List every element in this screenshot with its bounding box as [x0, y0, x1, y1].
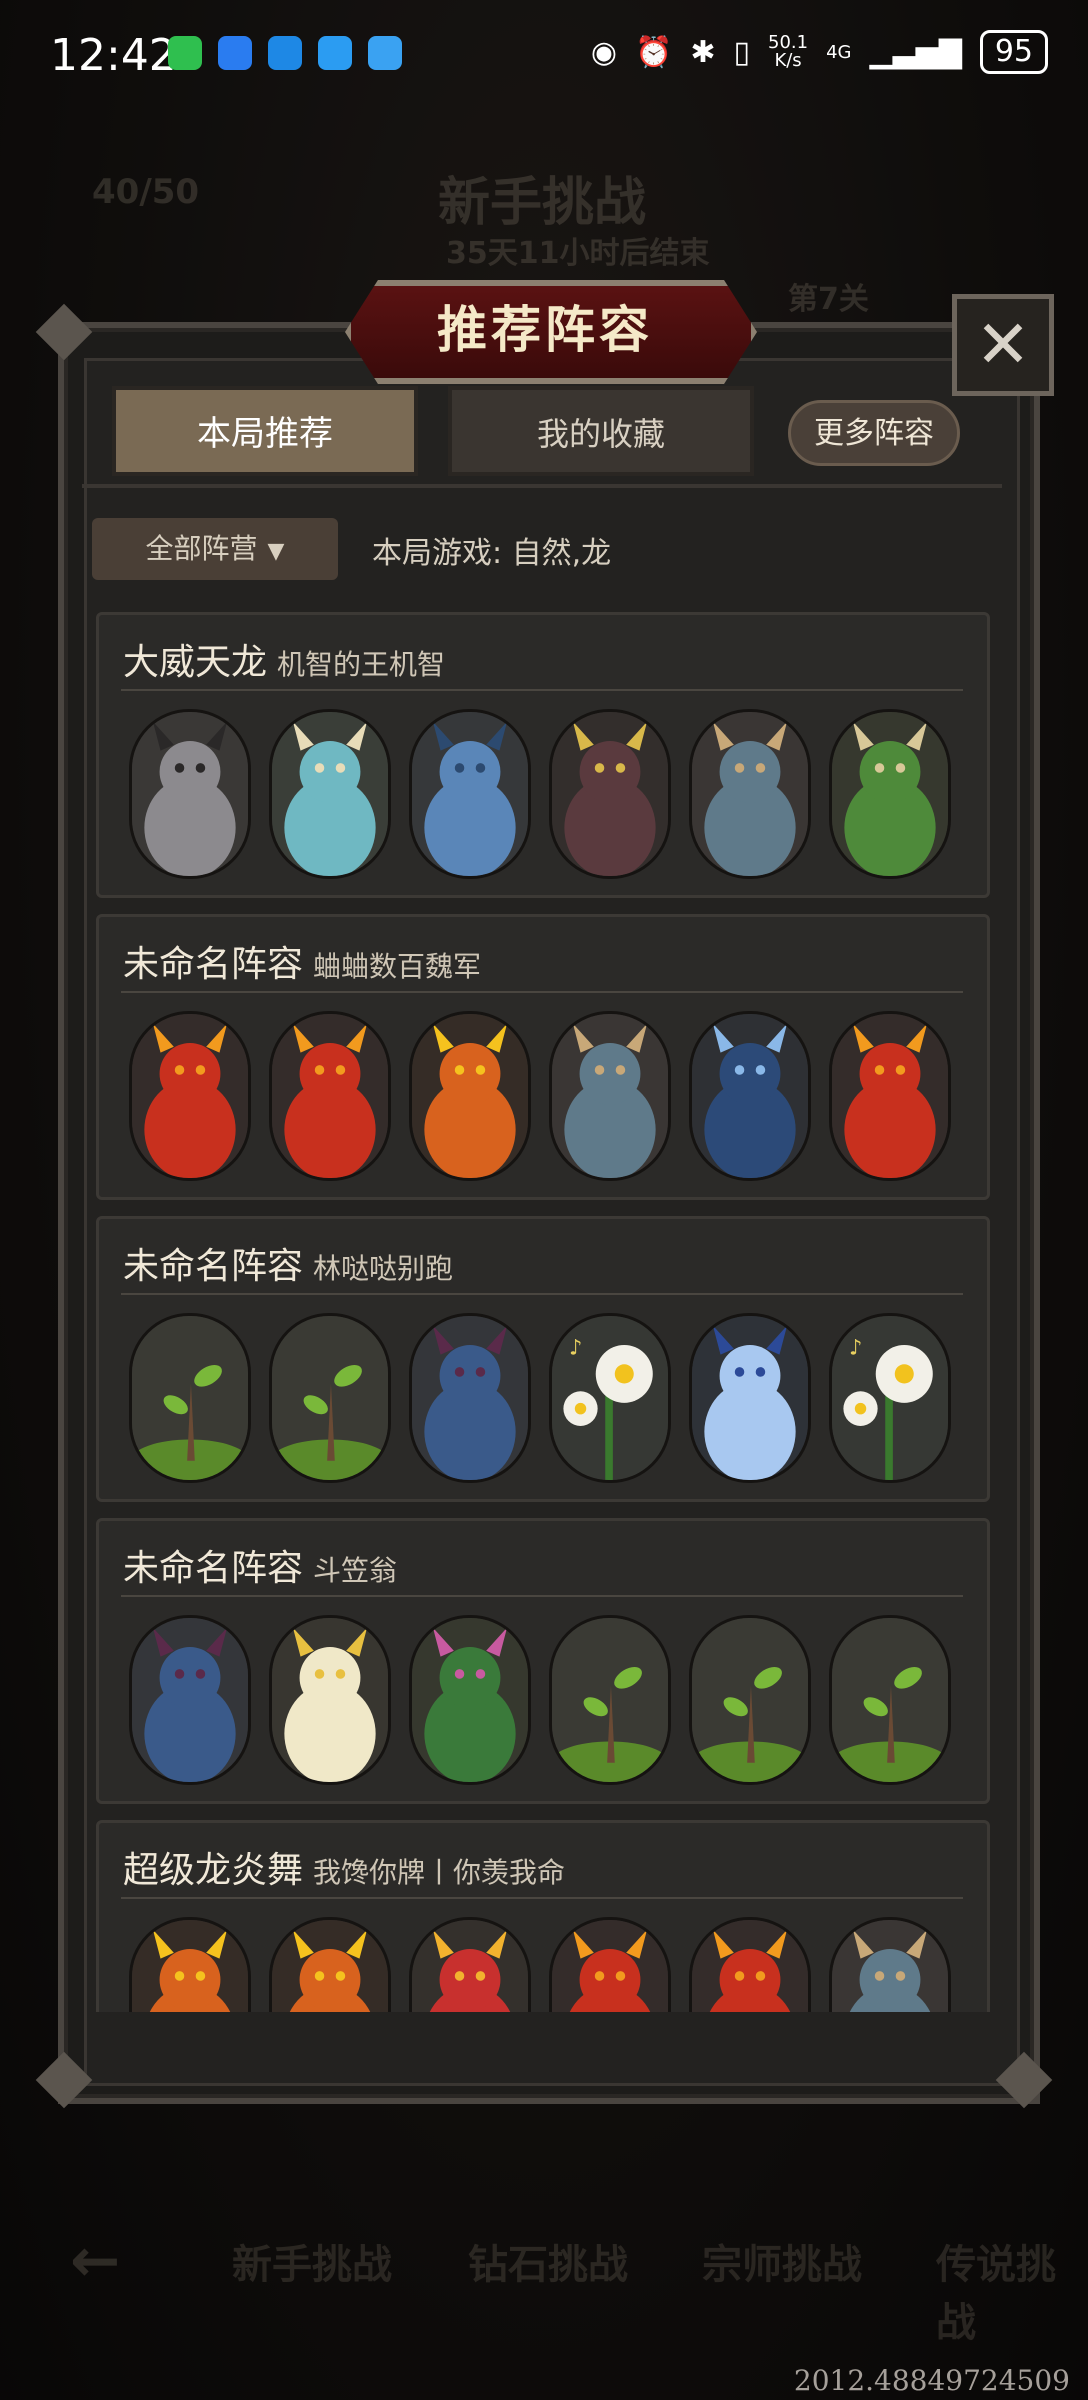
current-game-info: 本局游戏: 自然,龙 — [372, 536, 612, 571]
eye-icon: ◉ — [590, 34, 618, 70]
unit-portrait-grey-dragon[interactable] — [129, 709, 251, 879]
unit-portrait-horned-beast[interactable] — [689, 709, 811, 879]
lineup-name: 超级龙炎舞 — [123, 1850, 304, 1891]
tab-my-favorites[interactable]: 我的收藏 — [448, 386, 754, 476]
svg-text:♪: ♪ — [849, 1334, 862, 1359]
tab-divider — [82, 484, 1002, 488]
card-divider — [121, 1897, 963, 1899]
weather-icon — [368, 36, 402, 70]
coordinate-readout: 2012.48849724509 — [793, 2364, 1070, 2397]
feishu-icon — [218, 36, 252, 70]
unit-portraits — [129, 1917, 969, 2012]
unit-portrait-dark-dragon[interactable] — [549, 709, 671, 879]
card-divider — [121, 1595, 963, 1597]
card-divider — [121, 1293, 963, 1295]
unit-portrait-sapling[interactable] — [269, 1313, 391, 1483]
lineup-card[interactable]: 未命名阵容 蛐蛐数百魏军 — [96, 914, 990, 1200]
unit-portrait-dark-elf[interactable] — [129, 1615, 251, 1785]
unit-portrait-ice-fairy[interactable] — [689, 1313, 811, 1483]
lineup-title: 超级龙炎舞 我馋你牌丨你羡我命 — [123, 1841, 565, 1893]
tab-this-game[interactable]: 本局推荐 — [112, 386, 418, 476]
unit-portrait-singing-flower[interactable]: ♪ — [549, 1313, 671, 1483]
unit-portrait-blue-dragon[interactable] — [409, 709, 531, 879]
unit-portrait-horned-beast[interactable] — [829, 1917, 951, 2012]
unit-portrait-horned-beast[interactable] — [549, 1011, 671, 1181]
unit-portrait-singing-flower[interactable]: ♪ — [829, 1313, 951, 1483]
dialog-title: 推荐阵容 — [437, 301, 653, 359]
lineup-title: 大威天龙 机智的王机智 — [123, 633, 445, 685]
unit-portrait-flower-fairy[interactable] — [269, 1615, 391, 1785]
vibrate-icon: ▯ — [733, 34, 751, 70]
unit-portraits — [129, 709, 969, 881]
bluetooth-icon: ✱ — [690, 34, 716, 70]
unit-portraits — [129, 1615, 969, 1787]
chevron-down-icon: ▼ — [267, 539, 285, 564]
lineup-card[interactable]: 未命名阵容 斗笠翁 — [96, 1518, 990, 1804]
close-icon: ✕ — [975, 306, 1031, 383]
svg-text:♪: ♪ — [569, 1334, 582, 1359]
faction-filter-label: 全部阵营 — [145, 532, 258, 565]
message-icon — [318, 36, 352, 70]
more-lineups-button[interactable]: 更多阵容 — [788, 400, 960, 466]
clock: 12:42 — [50, 30, 177, 81]
signal-type: 4G — [826, 41, 852, 63]
lineup-card[interactable]: 未命名阵容 林哒哒别跑 ♪ ♪ — [96, 1216, 990, 1502]
unit-portrait-jade-dragon[interactable] — [269, 709, 391, 879]
unit-portrait-storm-dragon[interactable] — [689, 1011, 811, 1181]
faction-filter-dropdown[interactable]: 全部阵营 ▼ — [92, 518, 338, 580]
unit-portrait-fire-dragon-gold[interactable] — [129, 1917, 251, 2012]
card-divider — [121, 991, 963, 993]
status-bar: 12:42 ◉ ⏰ ✱ ▯ 50.1 K/s 4G ▁▃▅▇ 95 — [0, 0, 1088, 110]
lineup-title: 未命名阵容 斗笠翁 — [123, 1539, 397, 1591]
unit-portrait-red-fire-dragon[interactable] — [269, 1011, 391, 1181]
lineup-title: 未命名阵容 林哒哒别跑 — [123, 1237, 453, 1289]
unit-portrait-sapling[interactable] — [549, 1615, 671, 1785]
unit-portrait-green-dragon[interactable] — [829, 709, 951, 879]
unit-portrait-dark-elf[interactable] — [409, 1313, 531, 1483]
unit-portrait-sapling[interactable] — [129, 1313, 251, 1483]
unit-portrait-red-fire-dragon[interactable] — [129, 1011, 251, 1181]
lineup-card[interactable]: 超级龙炎舞 我馋你牌丨你羡我命 — [96, 1820, 990, 2012]
lineup-author: 斗笠翁 — [313, 1554, 398, 1587]
unit-portrait-red-fire-dragon[interactable] — [549, 1917, 671, 2012]
signal-icon: ▁▃▅▇ — [869, 34, 962, 70]
lineup-name: 未命名阵容 — [123, 944, 304, 985]
alipay-icon — [268, 36, 302, 70]
lineup-author: 机智的王机智 — [277, 648, 446, 681]
lineup-author: 蛐蛐数百魏军 — [313, 950, 482, 983]
lineup-author: 林哒哒别跑 — [313, 1252, 454, 1285]
unit-portraits: ♪ ♪ — [129, 1313, 969, 1485]
lineup-name: 未命名阵容 — [123, 1548, 304, 1589]
unit-portrait-red-fire-dragon[interactable] — [829, 1011, 951, 1181]
battery-indicator: 95 — [979, 30, 1048, 74]
unit-portrait-red-fire-dragon[interactable] — [689, 1917, 811, 2012]
unit-portrait-sapling[interactable] — [689, 1615, 811, 1785]
lineup-author: 我馋你牌丨你羡我命 — [313, 1856, 566, 1889]
net-speed: 50.1 K/s — [768, 32, 809, 71]
lineup-name: 未命名阵容 — [123, 1246, 304, 1287]
unit-portrait-sapling[interactable] — [829, 1615, 951, 1785]
lineup-title: 未命名阵容 蛐蛐数百魏军 — [123, 935, 481, 987]
wechat-icon — [168, 36, 202, 70]
unit-portraits — [129, 1011, 969, 1183]
alarm-icon: ⏰ — [635, 34, 673, 70]
unit-portrait-fire-mage[interactable] — [409, 1917, 531, 2012]
lineup-name: 大威天龙 — [123, 642, 268, 683]
status-icons: ◉ ⏰ ✱ ▯ 50.1 K/s 4G ▁▃▅▇ 95 — [591, 30, 1048, 74]
lineup-card[interactable]: 大威天龙 机智的王机智 — [96, 612, 990, 898]
unit-portrait-fire-dragon-gold[interactable] — [269, 1917, 391, 2012]
unit-portrait-cactus[interactable] — [409, 1615, 531, 1785]
close-button[interactable]: ✕ — [952, 294, 1054, 396]
unit-portrait-fire-dragon-gold[interactable] — [409, 1011, 531, 1181]
lineup-list[interactable]: 大威天龙 机智的王机智 未命名阵容 蛐蛐数百魏军 未命名阵容 林哒哒别跑 ♪ ♪… — [96, 612, 992, 2012]
card-divider — [121, 689, 963, 691]
